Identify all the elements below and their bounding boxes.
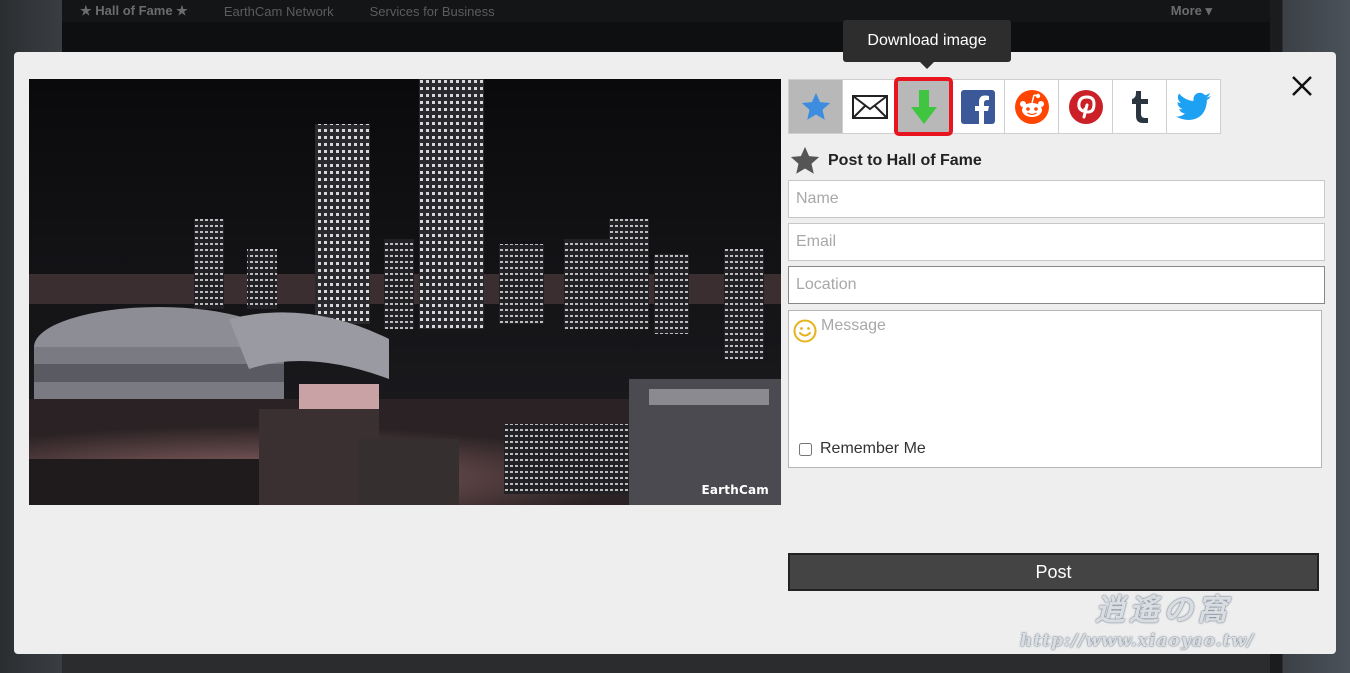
message-field[interactable]: [821, 317, 1316, 427]
email-button[interactable]: [842, 79, 897, 134]
background-strip: [62, 22, 1270, 52]
watermark-url: http://www.xiaoyao.tw/: [1020, 631, 1255, 651]
pinterest-icon: [1068, 89, 1103, 124]
webcam-snapshot: EarthCam: [29, 79, 781, 505]
nav-earthcam-network[interactable]: EarthCam Network: [224, 4, 334, 19]
name-field[interactable]: [788, 180, 1325, 218]
download-image-button[interactable]: [894, 77, 953, 136]
share-modal: EarthCam Download image Post to Hall of …: [14, 20, 1336, 654]
twitter-icon: [1175, 92, 1211, 120]
site-watermark: 逍遙の窩 http://www.xiaoyao.tw/: [1020, 585, 1290, 660]
star-icon: [790, 146, 820, 174]
remember-me-label: Remember Me: [820, 440, 926, 457]
pinterest-share-button[interactable]: [1058, 79, 1113, 134]
hall-of-fame-heading: Post to Hall of Fame: [788, 144, 982, 178]
download-tooltip: Download image: [843, 20, 1011, 69]
twitter-share-button[interactable]: [1166, 79, 1221, 134]
background-nav: ★ Hall of Fame ★ EarthCam Network Servic…: [62, 0, 1270, 22]
facebook-icon: [960, 89, 995, 124]
remember-me-checkbox[interactable]: [799, 442, 812, 456]
email-field[interactable]: [788, 223, 1325, 261]
city-night-image: [29, 79, 781, 505]
nav-services-for-business[interactable]: Services for Business: [370, 4, 495, 19]
nav-more-menu[interactable]: More ▾: [1171, 3, 1212, 19]
earthcam-logo: EarthCam: [701, 483, 769, 497]
facebook-share-button[interactable]: [950, 79, 1005, 134]
reddit-share-button[interactable]: [1004, 79, 1059, 134]
tumblr-share-button[interactable]: [1112, 79, 1167, 134]
reddit-icon: [1014, 89, 1049, 124]
smiley-emoji-icon[interactable]: [793, 319, 817, 343]
download-arrow-icon: [910, 89, 937, 124]
location-field[interactable]: [788, 266, 1325, 304]
star-icon: [801, 92, 830, 120]
hall-of-fame-button[interactable]: [788, 79, 843, 134]
tumblr-icon: [1131, 90, 1148, 123]
remember-me-row[interactable]: Remember Me: [799, 440, 926, 458]
message-box: Remember Me: [788, 310, 1322, 468]
watermark-cjk: 逍遙の窩: [1095, 593, 1231, 628]
close-icon[interactable]: [1288, 72, 1316, 100]
share-toolbar: [788, 77, 1221, 136]
envelope-icon: [851, 94, 888, 119]
heading-text: Post to Hall of Fame: [828, 152, 982, 169]
nav-hall-of-fame[interactable]: ★ Hall of Fame ★: [80, 3, 188, 19]
